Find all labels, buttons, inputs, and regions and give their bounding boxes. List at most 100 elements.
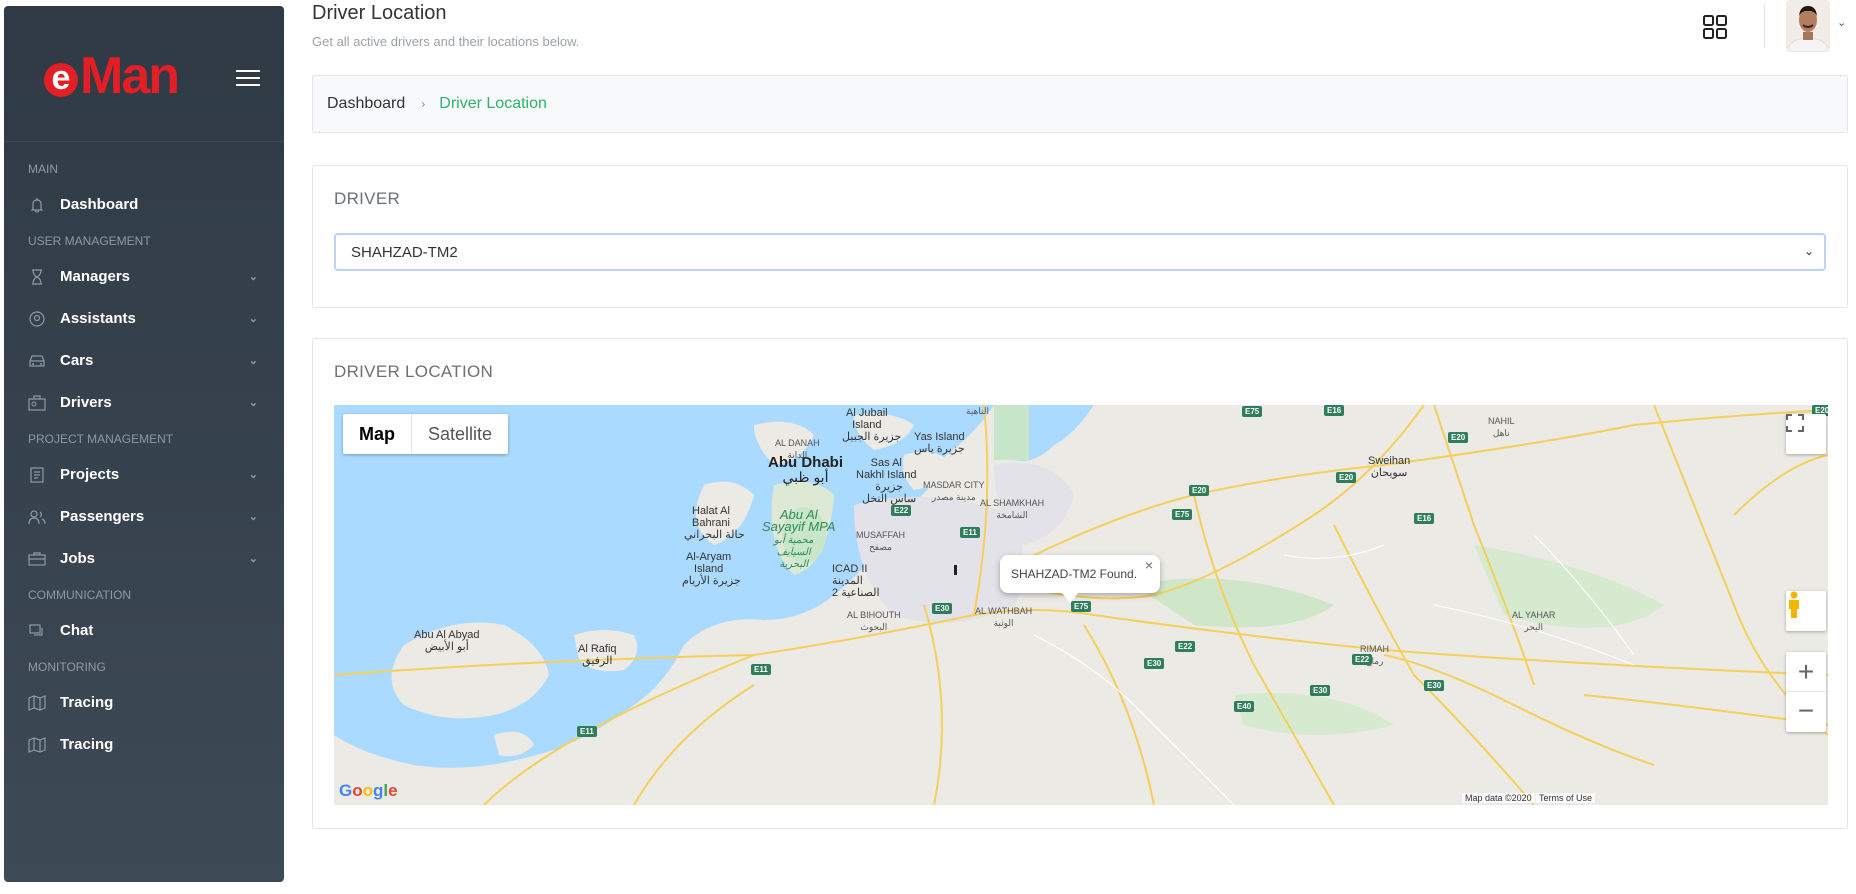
chevron-down-icon[interactable]: ⌄ — [1837, 16, 1846, 29]
sidebar-item-tracing[interactable]: Tracing — [4, 682, 284, 724]
sidebar-item-assistants[interactable]: Assistants ⌄ — [4, 298, 284, 340]
map-label-al-yahar: AL YAHAR اليحر — [1512, 610, 1556, 632]
sidebar-item-projects[interactable]: Projects ⌄ — [4, 454, 284, 496]
map-icon — [28, 694, 46, 712]
page-subtitle: Get all active drivers and their locatio… — [312, 34, 580, 49]
sidebar-item-managers[interactable]: Managers ⌄ — [4, 256, 284, 298]
chevron-down-icon: ⌄ — [1803, 244, 1814, 258]
briefcase-icon — [28, 550, 46, 568]
sidebar-item-dashboard[interactable]: Dashboard — [4, 184, 284, 226]
driver-location-card: DRIVER LOCATION Abu Dhabi أبو ظبي Al Jub… — [312, 338, 1848, 829]
road-shield: E16 — [1414, 513, 1435, 524]
map-label-al-aryam-ar: جزيرة الأريام — [682, 575, 741, 587]
sidebar-item-cars[interactable]: Cars ⌄ — [4, 340, 284, 382]
users-icon — [28, 508, 46, 526]
map-label-sweihan: Sweihan سويحان — [1368, 455, 1411, 479]
section-label-user-management: USER MANAGEMENT — [28, 234, 151, 248]
map-label-sas-al-nakhl-ar: جزيرة ساس النخل — [862, 481, 917, 505]
street-view-pegman-icon[interactable] — [1786, 591, 1826, 631]
road-shield: E22 — [1175, 641, 1196, 652]
location-card-title: DRIVER LOCATION — [334, 362, 494, 381]
map-label-al-nahiyah: الناهية — [966, 406, 989, 416]
info-window-text: SHAHZAD-TM2 Found. — [1011, 567, 1138, 581]
sidebar-item-label: Projects — [60, 466, 120, 483]
road-shield: E11 — [960, 527, 980, 538]
breadcrumb-separator: › — [421, 97, 426, 111]
breadcrumb-dashboard-link[interactable]: Dashboard — [327, 95, 405, 113]
driver-card: DRIVER SHAHZAD-TM2 ⌄ — [312, 165, 1848, 308]
terms-of-use-link[interactable]: Terms of Use — [1536, 793, 1596, 803]
road-shield: E40 — [1234, 701, 1255, 712]
sidebar-item-tracing-2[interactable]: Tracing — [4, 724, 284, 766]
map-label-al-bihouth: AL BIHOUTH البحوث — [847, 610, 901, 632]
road-shield: E16 — [1324, 405, 1345, 416]
sidebar-item-label: Cars — [60, 352, 94, 369]
close-icon[interactable]: × — [1145, 557, 1153, 573]
map-label-nahil: NAHIL ناهل — [1488, 416, 1515, 438]
map-label-sas-al-nakhl: Sas Al Nakhl Island — [856, 457, 917, 481]
driver-card-title: DRIVER — [334, 189, 401, 208]
driver-marker[interactable] — [954, 565, 957, 575]
google-logo[interactable]: Google — [339, 781, 398, 801]
map-label-yas-island: Yas Island جزيرة ياس — [914, 431, 965, 455]
chat-icon — [28, 622, 46, 640]
road-shield: E22 — [891, 505, 912, 516]
road-shield: E75 — [1242, 406, 1263, 417]
breadcrumb: Dashboard › Driver Location — [312, 75, 1848, 133]
apps-grid-icon[interactable] — [1702, 14, 1728, 40]
avatar[interactable] — [1786, 0, 1830, 52]
header-divider — [1764, 4, 1765, 48]
eman-logo[interactable]: e Man — [44, 46, 180, 106]
sidebar-item-chat[interactable]: Chat — [4, 610, 284, 652]
driver-map[interactable]: Abu Dhabi أبو ظبي Al Jubail Island جزيرة … — [334, 405, 1828, 805]
sidebar-item-passengers[interactable]: Passengers ⌄ — [4, 496, 284, 538]
map-icon — [28, 736, 46, 754]
driver-select-value: SHAHZAD-TM2 — [351, 243, 458, 261]
menu-toggle-icon[interactable] — [236, 70, 260, 86]
chevron-down-icon: ⌄ — [248, 397, 258, 409]
zoom-out-button[interactable]: − — [1786, 692, 1826, 732]
map-label-abu-al-sayayif: Abu Al Sayayif MPA — [762, 507, 836, 534]
map-type-satellite-button[interactable]: Satellite — [412, 414, 508, 454]
zoom-in-button[interactable]: + — [1786, 652, 1826, 692]
car-icon — [28, 352, 46, 370]
user-circle-icon — [28, 310, 46, 328]
map-label-al-jubail: Al Jubail Island — [846, 407, 888, 431]
section-label-project-management: PROJECT MANAGEMENT — [28, 432, 174, 446]
sidebar-item-jobs[interactable]: Jobs ⌄ — [4, 538, 284, 580]
fullscreen-icon[interactable] — [1786, 414, 1826, 454]
map-label-al-aryam: Al-Aryam Island — [686, 551, 732, 575]
chevron-down-icon: ⌄ — [248, 313, 258, 325]
road-shield: E30 — [1144, 658, 1165, 669]
map-type-map-button[interactable]: Map — [343, 414, 412, 454]
sidebar-item-label: Jobs — [60, 550, 96, 567]
map-label-halat-al-bahrani-ar: حالة البحراني — [684, 529, 745, 541]
brand-area: e Man — [4, 6, 284, 142]
breadcrumb-current: Driver Location — [439, 95, 547, 112]
map-label-masdar-city: MASDAR CITY مدينة مصدر — [923, 480, 985, 502]
road-shield: E22 — [1352, 654, 1373, 665]
sidebar-item-label: Tracing — [60, 736, 114, 753]
chevron-down-icon: ⌄ — [248, 271, 258, 283]
section-label-communication: COMMUNICATION — [28, 588, 132, 602]
map-label-al-danah: AL DANAH الدانة — [775, 438, 820, 460]
map-data-attribution: Map data ©2020 — [1462, 793, 1535, 803]
map-label-al-jubail-ar: جزيرة الجبيل — [842, 431, 902, 443]
map-label-icad: ICAD II المدينة 2 الصناعية — [832, 563, 880, 599]
zoom-controls: + − — [1786, 652, 1826, 732]
sidebar-item-label: Tracing — [60, 694, 114, 711]
driver-select[interactable]: SHAHZAD-TM2 ⌄ — [334, 233, 1826, 271]
sidebar-item-label: Passengers — [60, 508, 145, 525]
chevron-down-icon: ⌄ — [248, 553, 258, 565]
sidebar: e Man MAIN Dashboard USER MANAGEMENT Mana… — [4, 6, 284, 882]
chevron-down-icon: ⌄ — [248, 469, 258, 481]
section-label-monitoring: MONITORING — [28, 660, 106, 674]
clipboard-icon — [28, 466, 46, 484]
driver-icon — [28, 394, 46, 412]
hourglass-icon — [28, 268, 46, 286]
sidebar-item-label: Drivers — [60, 394, 112, 411]
info-window: SHAHZAD-TM2 Found. × — [1000, 555, 1160, 603]
map-label-abu-al-sayayif-ar: محمية أبو السيايف البحرية — [774, 535, 814, 570]
sidebar-item-drivers[interactable]: Drivers ⌄ — [4, 382, 284, 424]
map-label-abu-al-abyad: Abu Al Abyad أبو الأبيض — [414, 629, 480, 653]
